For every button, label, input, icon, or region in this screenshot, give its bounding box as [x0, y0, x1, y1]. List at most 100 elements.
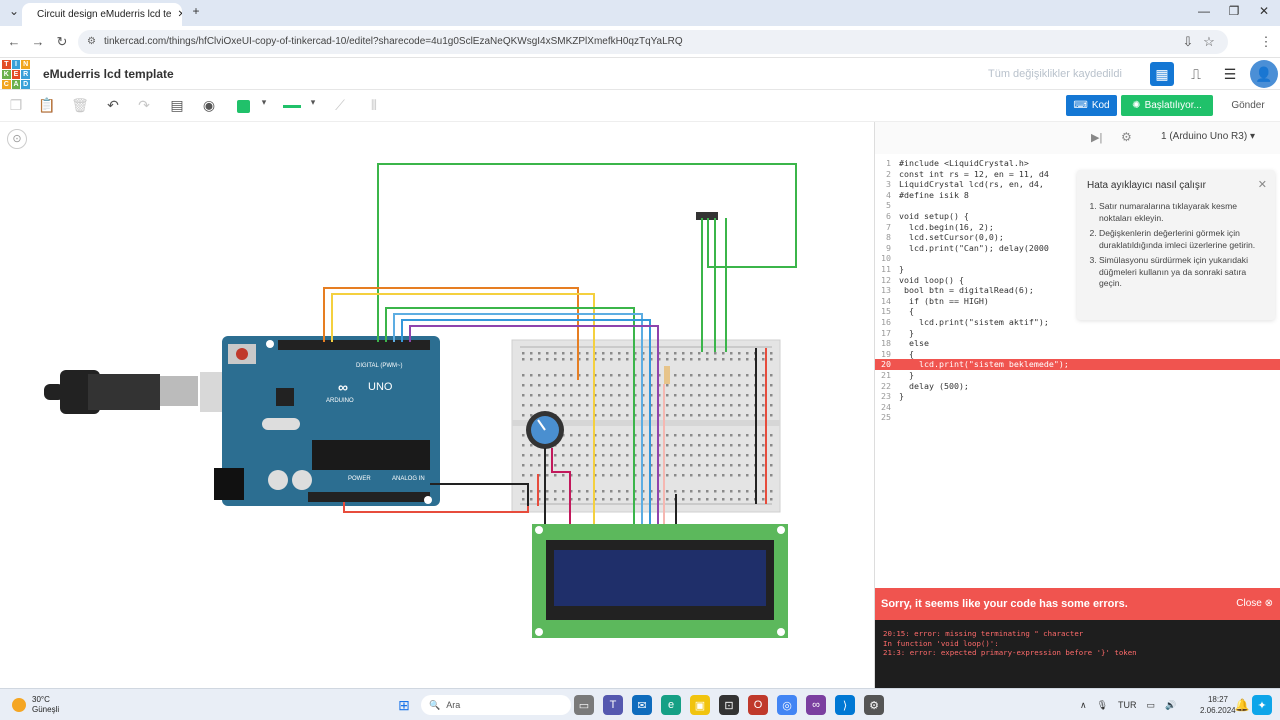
redo-icon[interactable]: ↷ [134, 97, 154, 114]
start-simulation-button[interactable]: ✺ Başlatılıyor... [1121, 95, 1213, 116]
serial-error-console[interactable]: 20:15: error: missing terminating " char… [875, 620, 1280, 688]
line-number[interactable]: 14 [875, 296, 899, 307]
potentiometer[interactable] [526, 411, 564, 449]
chevron-down-icon[interactable]: ▾ [254, 97, 274, 108]
task-view-icon[interactable]: ▭ [574, 695, 594, 715]
lcd-16x2[interactable] [532, 524, 788, 638]
settings-gear-icon[interactable]: ⚙ [864, 695, 884, 715]
install-app-icon[interactable]: ⇩ [1180, 34, 1196, 50]
line-number[interactable]: 11 [875, 264, 899, 275]
copilot-icon[interactable]: ✦ [1252, 695, 1272, 715]
arduino-uno-board[interactable]: ∞ UNO ARDUINO DIGITAL (PWM~) POWER ANALO… [214, 336, 440, 506]
chrome-icon[interactable]: ◎ [777, 695, 797, 715]
delete-icon[interactable]: 🗑 [70, 97, 90, 114]
tinkercad-logo[interactable]: T I N K E R C A D [2, 60, 30, 89]
code-line[interactable]: 17 } [875, 328, 1280, 339]
line-number[interactable]: 7 [875, 222, 899, 233]
notes-visibility-icon[interactable]: ◉ [199, 97, 219, 114]
bookmark-star-icon[interactable]: ☆ [1201, 34, 1217, 50]
line-number[interactable]: 18 [875, 338, 899, 349]
line-number[interactable]: 15 [875, 306, 899, 317]
weather-widget[interactable]: 30°C Güneşli [12, 695, 59, 715]
code-line[interactable]: 18 else [875, 338, 1280, 349]
line-number[interactable]: 5 [875, 200, 899, 211]
line-number[interactable]: 22 [875, 381, 899, 392]
file-explorer-icon[interactable]: ▣ [690, 695, 710, 715]
line-number[interactable]: 23 [875, 391, 899, 402]
chevron-up-icon[interactable]: ∧ [1080, 700, 1087, 711]
reload-icon[interactable]: ↻ [54, 34, 70, 50]
chevron-down-icon[interactable]: ▾ [303, 97, 323, 108]
notification-icon[interactable]: 🔔 [1232, 695, 1252, 715]
color-picker[interactable] [237, 100, 250, 113]
microphone-icon[interactable]: 🎙 [1097, 700, 1108, 711]
browser-tab[interactable]: Circuit design eMuderris lcd te ✕ [22, 3, 182, 26]
new-tab-button[interactable]: + [186, 4, 206, 18]
line-number[interactable]: 16 [875, 317, 899, 328]
volume-icon[interactable]: 🔊 [1165, 700, 1176, 711]
wire-type-picker[interactable] [283, 105, 301, 108]
code-line[interactable]: 24 [875, 402, 1280, 413]
vscode-icon[interactable]: ⟩ [835, 695, 855, 715]
line-number[interactable]: 19 [875, 349, 899, 360]
close-window-button[interactable]: ✕ [1254, 4, 1274, 18]
code-line[interactable]: 21 } [875, 370, 1280, 381]
rotate-icon[interactable]: ⟋ [330, 97, 350, 114]
user-avatar[interactable]: 👤 [1250, 60, 1278, 88]
code-line[interactable]: 23} [875, 391, 1280, 402]
line-number[interactable]: 25 [875, 412, 899, 423]
line-number[interactable]: 4 [875, 190, 899, 201]
send-button[interactable]: Gönder [1222, 95, 1274, 116]
line-number[interactable]: 17 [875, 328, 899, 339]
copy-icon[interactable]: ❐ [6, 97, 26, 114]
code-line[interactable]: 25 [875, 412, 1280, 423]
paste-icon[interactable]: 📋 [37, 97, 57, 114]
line-number[interactable]: 12 [875, 275, 899, 286]
tab-list-icon[interactable]: ⌄ [4, 4, 24, 18]
line-number[interactable]: 2 [875, 169, 899, 180]
undo-icon[interactable]: ↶ [103, 97, 123, 114]
code-line[interactable]: 22 delay (500); [875, 381, 1280, 392]
close-icon[interactable]: ✕ [1258, 178, 1267, 191]
back-icon[interactable]: ← [6, 34, 22, 49]
line-number[interactable]: 8 [875, 232, 899, 243]
visual-studio-icon[interactable]: ∞ [806, 695, 826, 715]
flip-icon[interactable]: ⫴ [364, 97, 384, 114]
schematic-view-icon[interactable]: ⎍ [1184, 62, 1208, 86]
line-number[interactable]: 24 [875, 402, 899, 413]
project-title[interactable]: eMuderris lcd template [43, 67, 174, 81]
minimize-button[interactable]: — [1194, 4, 1214, 18]
step-resume-icon[interactable]: ▶| [1091, 131, 1102, 144]
teams-icon[interactable]: T [603, 695, 623, 715]
maximize-button[interactable]: ❐ [1224, 4, 1244, 18]
circuit-canvas[interactable]: ⊙ ∞ UNO ARDUINO DIGITAL (PWM~) POWER ANA… [0, 122, 874, 688]
windows-start-icon[interactable]: ⊞ [394, 695, 414, 715]
board-select[interactable]: 1 (Arduino Uno R3) ▾ [1161, 131, 1255, 142]
line-number[interactable]: 9 [875, 243, 899, 254]
language-indicator[interactable]: TUR [1118, 700, 1137, 710]
circuit-view-icon[interactable]: ▦ [1150, 62, 1174, 86]
line-number[interactable]: 6 [875, 211, 899, 222]
code-line[interactable]: 20 lcd.print("sistem beklemede"); [875, 359, 1280, 370]
forward-icon[interactable]: → [30, 34, 46, 49]
line-number[interactable]: 10 [875, 253, 899, 264]
line-number[interactable]: 21 [875, 370, 899, 381]
resistor[interactable] [664, 366, 670, 384]
taskbar-search[interactable]: 🔍 Ara [421, 695, 571, 715]
code-line[interactable]: 1 #include <LiquidCrystal.h> [875, 158, 1280, 169]
mail-icon[interactable]: ✉ [632, 695, 652, 715]
line-number[interactable]: 3 [875, 179, 899, 190]
site-info-icon[interactable]: ⚙ [87, 30, 96, 54]
debugger-icon[interactable]: ⚙ [1121, 130, 1132, 144]
tab-close-icon[interactable]: ✕ [178, 9, 183, 20]
component-list-icon[interactable]: ☰ [1218, 62, 1242, 86]
notes-icon[interactable]: ▤ [167, 97, 187, 114]
url-bar[interactable]: ⚙ tinkercad.com/things/hfClviOxeUI-copy-… [78, 30, 1228, 54]
edge-icon[interactable]: e [661, 695, 681, 715]
network-icon[interactable]: ▭ [1147, 700, 1156, 711]
code-button[interactable]: ⌨ Kod [1066, 95, 1117, 116]
line-number[interactable]: 13 [875, 285, 899, 296]
code-line[interactable]: 19 { [875, 349, 1280, 360]
error-close-button[interactable]: Close ⊗ [1236, 588, 1273, 620]
line-number[interactable]: 1 [875, 158, 899, 169]
